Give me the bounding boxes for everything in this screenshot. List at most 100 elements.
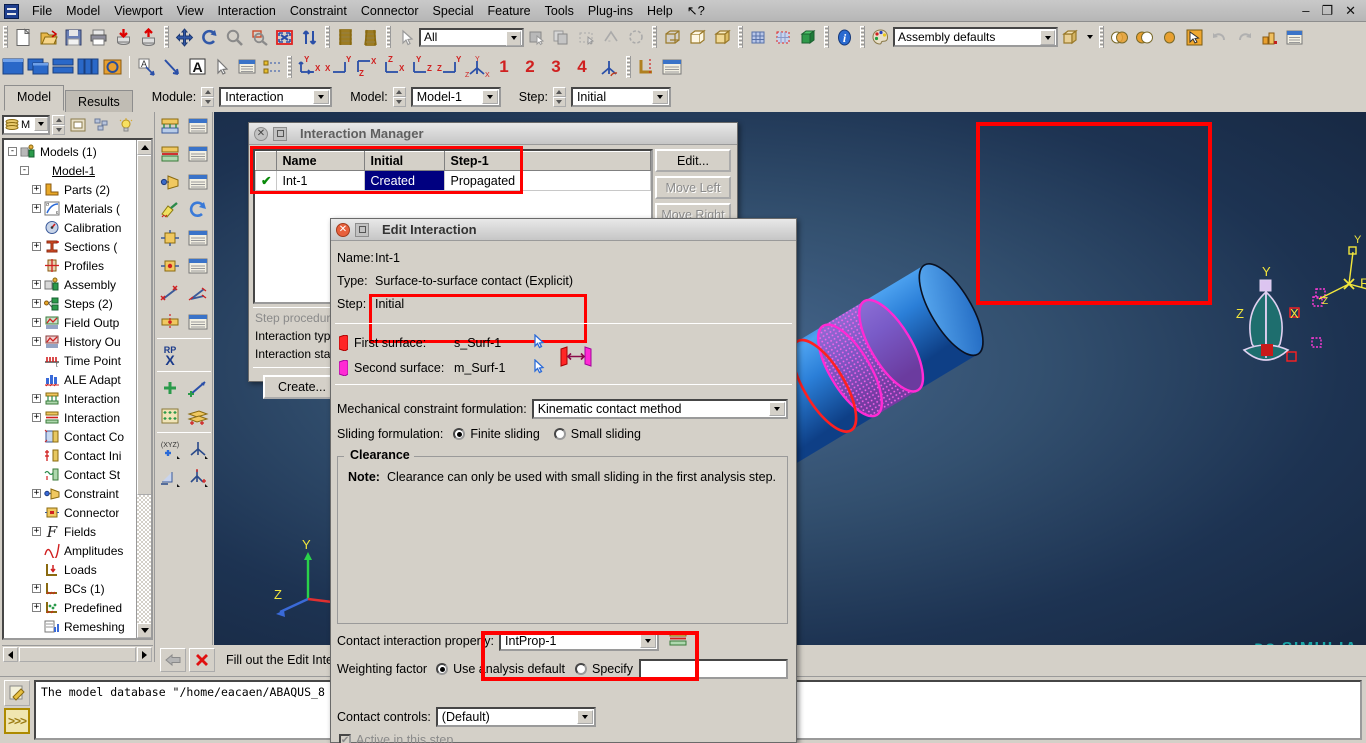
create-connector-assignment-icon[interactable]: [156, 252, 184, 280]
query-coordinates-icon[interactable]: (XYZ): [156, 435, 184, 463]
selection-filter-combo[interactable]: All: [419, 27, 524, 47]
select-multiple-icon[interactable]: [549, 25, 574, 50]
toolbar-grip[interactable]: [287, 56, 292, 78]
expand-toggle-icon[interactable]: +: [32, 337, 41, 346]
expand-toggle-icon[interactable]: +: [32, 318, 41, 327]
contact-cycle-icon[interactable]: [184, 196, 212, 224]
view-bottom-icon[interactable]: ZY: [435, 55, 463, 80]
query-ladder2-icon[interactable]: [358, 25, 383, 50]
move-left-button[interactable]: Move Left: [655, 176, 731, 199]
menu-special[interactable]: Special: [426, 1, 481, 21]
expand-toggle-icon[interactable]: +: [32, 242, 41, 251]
menu-view[interactable]: View: [170, 1, 211, 21]
create-interaction-property-icon[interactable]: [668, 630, 688, 651]
expand-toggle-icon[interactable]: +: [32, 413, 41, 422]
tree-item-contact-ini[interactable]: Contact Ini: [4, 446, 136, 465]
tree-item-contact-co[interactable]: Contact Co: [4, 427, 136, 446]
python-console-tab[interactable]: >>>: [4, 708, 30, 734]
fit-view-icon[interactable]: [272, 25, 297, 50]
expand-toggle-icon[interactable]: +: [32, 299, 41, 308]
close-icon[interactable]: ✕: [336, 222, 350, 237]
weighting-factor-input[interactable]: [638, 659, 788, 679]
menu-viewport[interactable]: Viewport: [107, 1, 169, 21]
scroll-down-button[interactable]: [137, 623, 151, 638]
create-wire-feature-icon[interactable]: [156, 280, 184, 308]
text-tool-icon[interactable]: A: [184, 55, 209, 80]
use-analysis-default-label[interactable]: Use analysis default: [453, 662, 565, 676]
connector-section-manager-icon[interactable]: [184, 224, 212, 252]
spin-down-icon[interactable]: [552, 97, 566, 107]
export-model-icon[interactable]: [136, 25, 161, 50]
spin-down-icon[interactable]: [392, 97, 406, 107]
interaction-manager-icon[interactable]: [184, 112, 212, 140]
spin-up-icon[interactable]: [52, 115, 65, 125]
toolbar-grip[interactable]: [1099, 26, 1104, 48]
pan-view-icon[interactable]: [172, 25, 197, 50]
assign-connector-orientation-icon[interactable]: [156, 308, 184, 336]
toolbar-grip[interactable]: [386, 26, 391, 48]
hscroll-thumb[interactable]: [19, 647, 136, 662]
tree-item-time-point[interactable]: t Time Point: [4, 351, 136, 370]
mesh-display-icon[interactable]: [746, 25, 771, 50]
chevron-down-icon[interactable]: [651, 90, 668, 104]
finite-sliding-label[interactable]: Finite sliding: [470, 427, 539, 441]
tree-item-interaction[interactable]: + Interaction: [4, 389, 136, 408]
toolbar-grip[interactable]: [325, 26, 330, 48]
create-constraint-icon[interactable]: [156, 168, 184, 196]
redo-icon[interactable]: [1232, 25, 1257, 50]
tree-item-history-ou[interactable]: + History Ou: [4, 332, 136, 351]
second-surface-pick-icon[interactable]: [532, 358, 546, 377]
chevron-down-icon[interactable]: [1040, 30, 1055, 45]
step-combo[interactable]: Initial: [570, 87, 671, 107]
contact-property-combo[interactable]: IntProp-1: [499, 630, 660, 651]
create-reference-point-icon[interactable]: RP X: [156, 341, 184, 369]
row-step1-status[interactable]: Propagated: [444, 170, 651, 191]
tree-item-calibration[interactable]: Calibration: [4, 218, 136, 237]
color-palette-icon[interactable]: [868, 25, 893, 50]
chevron-down-icon[interactable]: [506, 30, 521, 46]
connector-assignment-manager-icon[interactable]: [184, 252, 212, 280]
tree-item-field-outp[interactable]: + Field Outp: [4, 313, 136, 332]
close-icon[interactable]: ✕: [254, 126, 268, 141]
chevron-down-icon[interactable]: [769, 402, 785, 416]
info-icon[interactable]: i: [832, 25, 857, 50]
maximize-icon[interactable]: [273, 126, 287, 141]
chevron-down-icon[interactable]: [640, 633, 657, 648]
create-datum-point-icon[interactable]: [156, 374, 184, 402]
small-sliding-radio[interactable]: [553, 428, 566, 440]
scroll-right-button[interactable]: [137, 647, 152, 662]
create-datum-axis-icon[interactable]: [184, 374, 212, 402]
view-iso-icon[interactable]: Y Z X: [463, 55, 491, 80]
toolbar-grip[interactable]: [652, 26, 657, 48]
model-spinner[interactable]: [392, 87, 406, 107]
tree-item-models-1[interactable]: - Models (1): [4, 142, 136, 161]
view-preset-4-icon[interactable]: 4: [569, 55, 595, 80]
toolbar-grip[interactable]: [860, 26, 865, 48]
tab-model[interactable]: Model: [4, 85, 65, 111]
constraint-manager-icon[interactable]: [184, 168, 212, 196]
collapse-toggle-icon[interactable]: -: [20, 166, 29, 175]
view-preset-2-icon[interactable]: 2: [517, 55, 543, 80]
edit-interaction-dialog[interactable]: ✕ Edit Interaction Name: Int-1 Type: Sur…: [330, 218, 797, 743]
viewport-link-icon[interactable]: [100, 55, 125, 80]
interaction-property-manager-icon[interactable]: [184, 140, 212, 168]
expand-toggle-icon[interactable]: +: [32, 527, 41, 536]
box-zoom-icon[interactable]: [247, 25, 272, 50]
close-button[interactable]: ✕: [1345, 3, 1356, 19]
tree-item-assembly[interactable]: + Assembly: [4, 275, 136, 294]
toolbar-grip[interactable]: [164, 26, 169, 48]
deformed-display-icon[interactable]: [771, 25, 796, 50]
annotation-select-icon[interactable]: [209, 55, 234, 80]
prompt-back-button[interactable]: [160, 648, 186, 672]
job-manager-icon[interactable]: [1257, 25, 1282, 50]
annotation-arrow-icon[interactable]: [159, 55, 184, 80]
chevron-down-icon[interactable]: [34, 117, 48, 131]
tree-scope-combo[interactable]: M: [2, 115, 50, 135]
hidden-line-view-icon[interactable]: [685, 25, 710, 50]
tree-item-optimizatio[interactable]: Optimizatio: [4, 636, 136, 638]
select-angle-icon[interactable]: °: [599, 25, 624, 50]
module-spinner[interactable]: [201, 87, 215, 107]
tree-horizontal-scrollbar[interactable]: [2, 645, 153, 662]
spin-down-icon[interactable]: [201, 97, 215, 107]
toolbar-grip[interactable]: [824, 26, 829, 48]
